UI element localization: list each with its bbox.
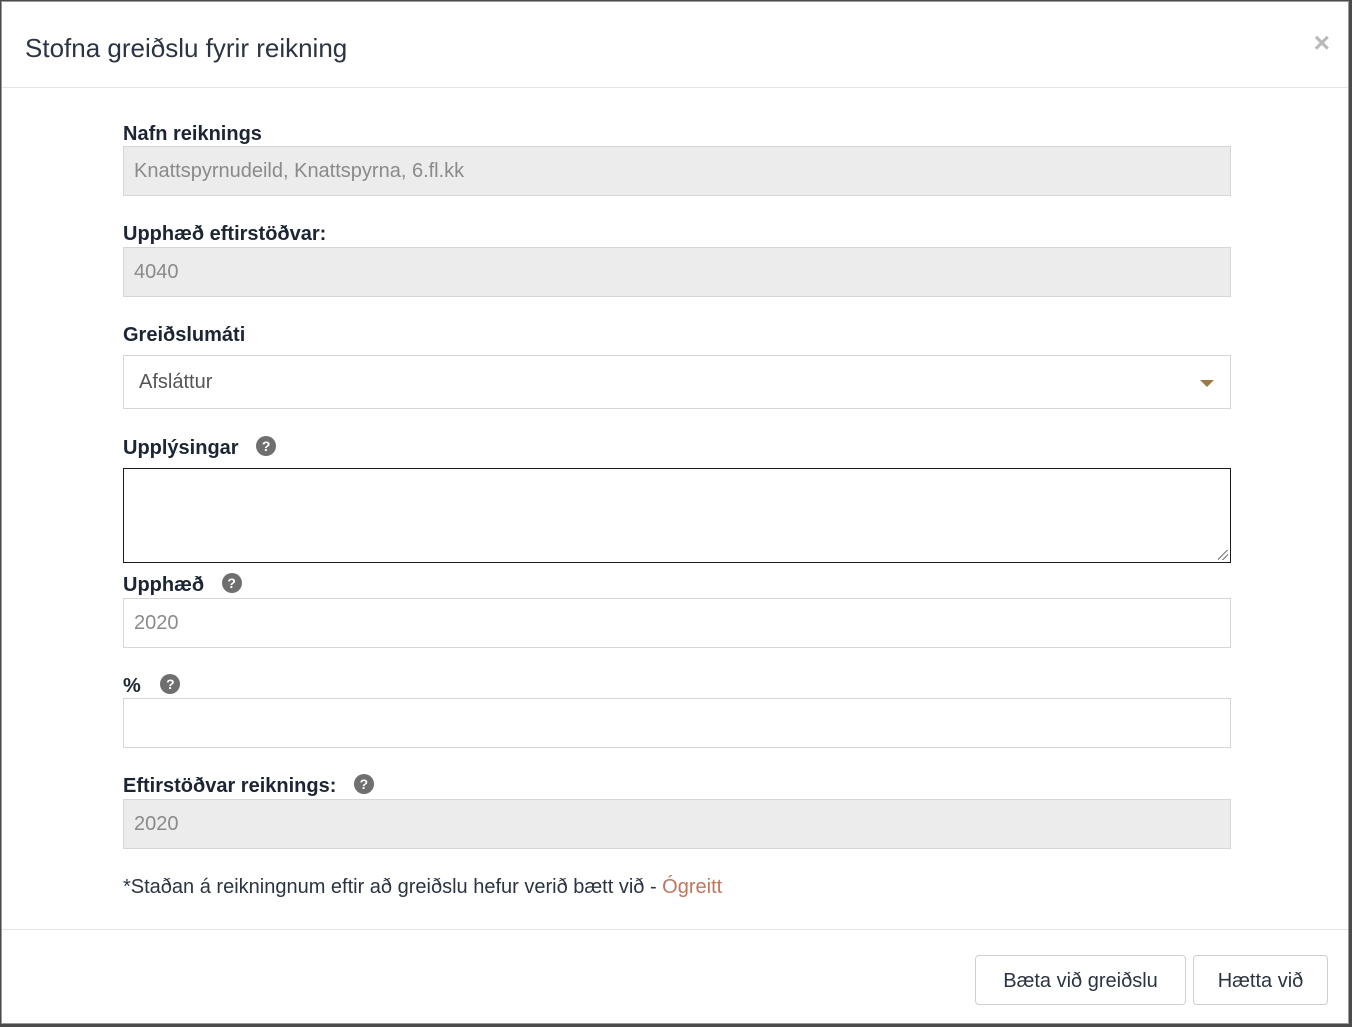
payment-modal: Stofna greiðslu fyrir reikning × Nafn re…	[1, 1, 1349, 1024]
add-payment-button[interactable]: Bæta við greiðslu	[975, 955, 1186, 1005]
balance-note-text: *Staðan á reikningnum eftir að greiðslu …	[123, 876, 663, 898]
account-balance-field[interactable]	[123, 799, 1231, 849]
account-balance-label-row: Eftirstöðvar reiknings: ?	[123, 774, 374, 798]
balance-amount-field[interactable]	[123, 247, 1231, 297]
account-name-field[interactable]	[123, 146, 1231, 196]
modal-header: Stofna greiðslu fyrir reikning ×	[2, 2, 1348, 88]
chevron-down-icon	[1200, 380, 1214, 387]
help-icon[interactable]: ?	[160, 674, 181, 694]
help-icon[interactable]: ?	[353, 774, 374, 794]
cancel-button[interactable]: Hætta við	[1193, 955, 1328, 1005]
help-icon[interactable]: ?	[221, 573, 242, 593]
payment-method-label: Greiðslumáti	[123, 324, 246, 346]
close-icon[interactable]: ×	[1314, 28, 1330, 58]
amount-label: Upphæð	[123, 574, 205, 596]
balance-note: *Staðan á reikningnum eftir að greiðslu …	[123, 875, 722, 899]
information-label-row: Upplýsingar ?	[123, 436, 277, 460]
account-balance-label: Eftirstöðvar reiknings:	[123, 775, 337, 797]
help-icon[interactable]: ?	[256, 436, 277, 456]
status-badge: Ógreitt	[662, 876, 723, 898]
amount-field[interactable]	[123, 598, 1231, 648]
information-textarea[interactable]	[123, 468, 1231, 563]
modal-title: Stofna greiðslu fyrir reikning	[25, 33, 348, 63]
amount-label-row: Upphæð ?	[123, 573, 242, 597]
percent-label-row: % ?	[123, 674, 181, 698]
payment-method-selected: Afsláttur	[139, 371, 213, 393]
percent-field[interactable]	[123, 698, 1231, 748]
account-name-label: Nafn reiknings	[123, 123, 262, 145]
percent-label: %	[123, 675, 141, 697]
payment-method-select[interactable]: Afsláttur	[123, 355, 1231, 409]
modal-footer: Bæta við greiðslu Hætta við	[2, 929, 1348, 1025]
balance-amount-label: Upphæð eftirstöðvar:	[123, 223, 327, 245]
resize-grip-icon[interactable]	[1218, 550, 1228, 560]
information-label: Upplýsingar	[123, 437, 239, 459]
